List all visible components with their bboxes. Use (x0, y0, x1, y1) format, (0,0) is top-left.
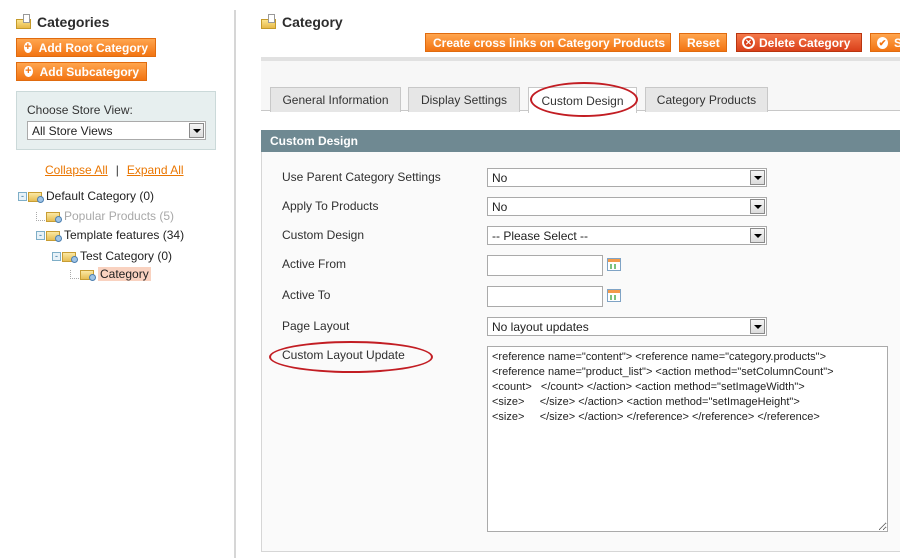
collapse-all-link[interactable]: Collapse All (45, 163, 108, 177)
active-from-label: Active From (282, 257, 347, 271)
create-cross-links-label: Create cross links on Category Products (433, 35, 666, 50)
tree-controls: Collapse All | Expand All (45, 163, 184, 177)
sidebar-title: Categories (37, 14, 110, 30)
store-view-select[interactable]: All Store Views (27, 121, 206, 140)
tab-label: Custom Design (541, 93, 624, 108)
plus-icon: + (24, 41, 32, 53)
custom-design-select[interactable]: -- Please Select -- (487, 226, 767, 245)
add-subcategory-label: Add Subcategory (39, 64, 139, 79)
chevron-down-icon (750, 170, 765, 185)
collapse-toggle-icon[interactable]: - (18, 191, 27, 201)
custom-layout-update-textarea[interactable]: <reference name="content"> <reference na… (487, 346, 888, 532)
custom-design-label: Custom Design (282, 228, 365, 242)
tab-label: General Information (282, 93, 389, 107)
folder-icon (62, 250, 78, 263)
category-folder-icon (261, 14, 278, 30)
collapse-toggle-icon[interactable]: - (52, 251, 61, 261)
page-title: Category (282, 14, 343, 30)
delete-category-label: Delete Category (759, 35, 851, 50)
custom-layout-update-label: Custom Layout Update (282, 348, 405, 362)
calendar-icon[interactable] (607, 258, 621, 271)
store-view-box: Choose Store View: All Store Views (16, 91, 216, 150)
tree-connector (70, 269, 79, 279)
apply-to-products-label: Apply To Products (282, 199, 379, 213)
section-header: Custom Design (261, 130, 900, 152)
use-parent-select[interactable]: No (487, 168, 767, 187)
check-icon: ✔ (877, 36, 888, 49)
tree-node-label: Category (98, 267, 151, 281)
save-category-label: S (893, 35, 900, 50)
tab-display-settings[interactable]: Display Settings (408, 87, 520, 112)
tree-node-label: Template features (34) (64, 228, 185, 242)
chevron-down-icon (750, 319, 765, 334)
tree-node-label: Popular Products (5) (64, 209, 175, 223)
tree-node-template-features[interactable]: - Template features (34) (36, 228, 184, 242)
add-root-category-button[interactable]: + Add Root Category (16, 38, 156, 57)
category-sidebar: Categories + Add Root Category + Add Sub… (0, 0, 235, 558)
tab-label: Category Products (656, 93, 757, 107)
use-parent-value: No (492, 170, 508, 185)
tree-node-label: Default Category (0) (46, 189, 155, 203)
tree-node-default-category[interactable]: - Default Category (0) (18, 189, 154, 203)
reset-button[interactable]: Reset (679, 33, 727, 52)
folder-icon (80, 268, 96, 281)
tab-category-products[interactable]: Category Products (645, 87, 768, 112)
use-parent-label: Use Parent Category Settings (282, 170, 441, 184)
delete-category-button[interactable]: ✕ Delete Category (736, 33, 862, 52)
tree-node-label: Test Category (0) (80, 249, 173, 263)
store-view-value: All Store Views (32, 123, 113, 138)
save-category-button[interactable]: ✔ S (870, 33, 900, 52)
collapse-toggle-icon[interactable]: - (36, 230, 45, 240)
tab-label: Display Settings (420, 93, 508, 107)
chevron-down-icon (750, 199, 765, 214)
page-layout-select[interactable]: No layout updates (487, 317, 767, 336)
apply-to-products-select[interactable]: No (487, 197, 767, 216)
sidebar-divider (234, 10, 236, 558)
calendar-icon[interactable] (607, 289, 621, 302)
plus-icon: + (24, 65, 33, 77)
tree-connector (36, 211, 45, 221)
tree-node-popular-products[interactable]: Popular Products (5) (36, 209, 174, 223)
custom-design-value: -- Please Select -- (492, 228, 589, 243)
page-layout-label: Page Layout (282, 319, 350, 333)
chevron-down-icon (189, 123, 204, 138)
store-view-label: Choose Store View: (27, 103, 133, 117)
categories-folder-icon (16, 14, 33, 30)
page-header: Category (261, 14, 343, 30)
add-subcategory-button[interactable]: + Add Subcategory (16, 62, 147, 81)
delete-icon: ✕ (742, 36, 755, 49)
tab-general-information[interactable]: General Information (270, 87, 401, 112)
separator: | (115, 163, 119, 177)
chevron-down-icon (750, 228, 765, 243)
tree-node-category[interactable]: Category (70, 267, 151, 281)
folder-icon (46, 229, 62, 242)
reset-label: Reset (687, 35, 720, 50)
apply-to-products-value: No (492, 199, 508, 214)
active-to-label: Active To (282, 288, 331, 302)
sidebar-header: Categories (16, 14, 109, 30)
page-layout-value: No layout updates (492, 319, 589, 334)
expand-all-link[interactable]: Expand All (127, 163, 184, 177)
active-to-input[interactable] (487, 286, 603, 307)
section-title: Custom Design (270, 134, 359, 148)
add-root-category-label: Add Root Category (38, 40, 148, 55)
folder-icon (46, 210, 62, 223)
folder-icon (28, 190, 44, 203)
create-cross-links-button[interactable]: Create cross links on Category Products (425, 33, 671, 52)
active-from-input[interactable] (487, 255, 603, 276)
tree-node-test-category[interactable]: - Test Category (0) (52, 249, 172, 263)
tab-custom-design[interactable]: Custom Design (528, 87, 637, 113)
